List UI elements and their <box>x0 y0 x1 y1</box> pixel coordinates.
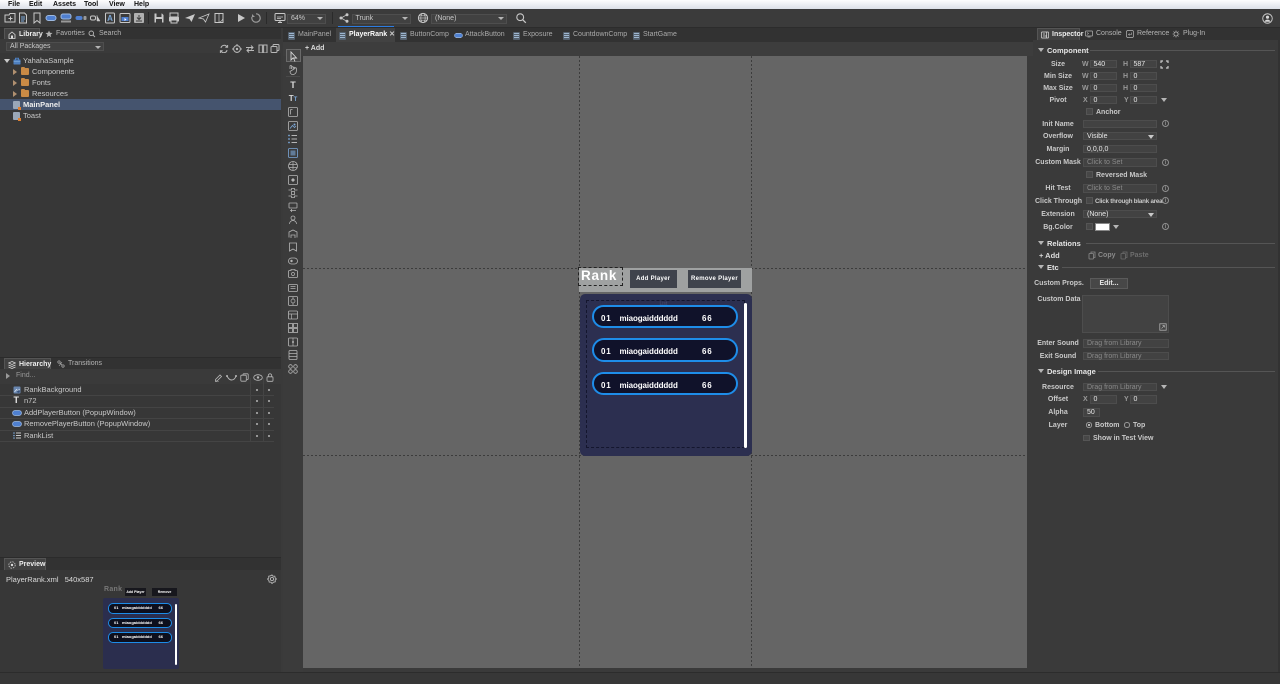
svg-text:A: A <box>107 14 113 23</box>
